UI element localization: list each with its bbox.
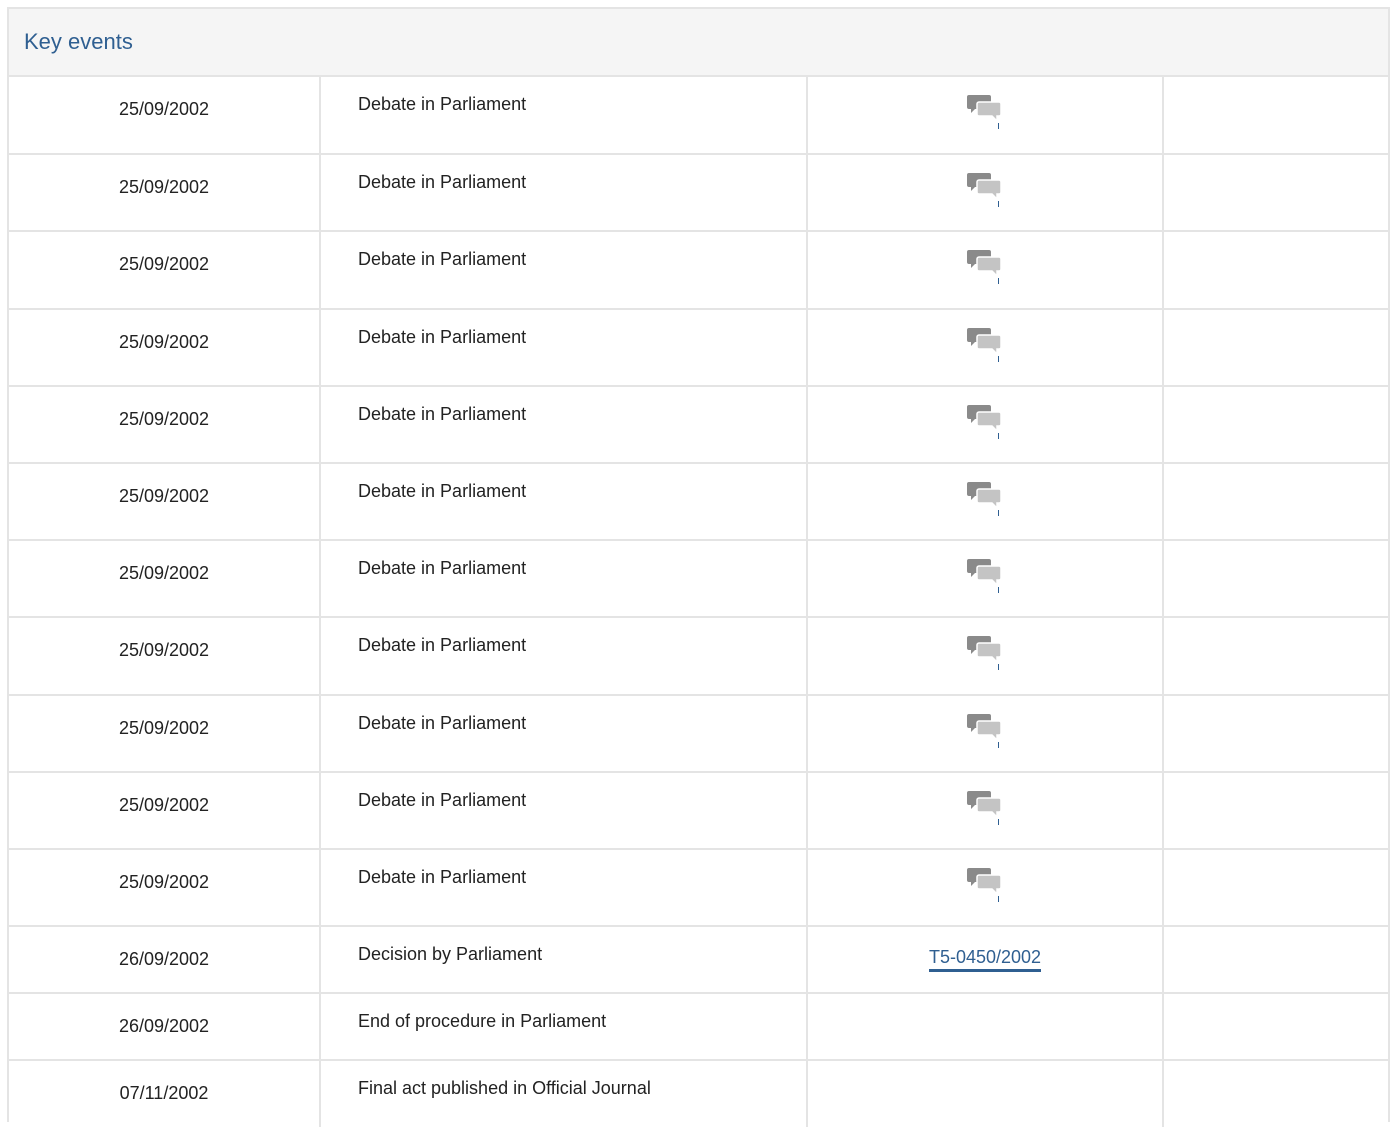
event-extra-cell	[1163, 77, 1388, 156]
event-name: Debate in Parliament	[320, 540, 808, 619]
table-row: 25/09/2002 Debate in Parliament	[9, 77, 1388, 156]
event-date: 25/09/2002	[9, 385, 321, 464]
table-row: 25/09/2002 Debate in Parliament	[9, 462, 1388, 542]
event-extra-cell	[1163, 308, 1388, 387]
event-extra-cell	[1163, 385, 1388, 464]
event-date: 25/09/2002	[9, 77, 321, 156]
event-extra-cell	[1163, 926, 1388, 995]
key-events-table: 25/09/2002 Debate in Parliament 25/09/2002…	[9, 77, 1388, 1127]
table-row: 25/09/2002 Debate in Parliament	[9, 771, 1388, 850]
event-name: Decision by Parliament	[320, 926, 808, 995]
event-reference	[807, 993, 1164, 1062]
event-date: 25/09/2002	[9, 154, 321, 233]
debate-icon[interactable]	[967, 634, 1003, 671]
debate-icon[interactable]	[967, 403, 1003, 439]
event-reference	[807, 1060, 1164, 1127]
event-reference	[807, 771, 1164, 850]
event-name: Debate in Parliament	[320, 385, 808, 464]
debate-icon[interactable]	[967, 789, 1003, 825]
event-reference	[807, 231, 1164, 310]
table-row: 26/09/2002 Decision by Parliament T5-0450/…	[9, 926, 1388, 995]
debate-icon[interactable]	[967, 866, 1003, 902]
event-extra-cell	[1163, 231, 1388, 310]
table-row: 25/09/2002 Debate in Parliament	[9, 617, 1388, 696]
event-name: Debate in Parliament	[320, 231, 808, 310]
panel-title: Key events	[24, 29, 133, 54]
debate-icon[interactable]	[967, 712, 1003, 748]
event-date: 26/09/2002	[9, 926, 321, 995]
table-row: 26/09/2002 End of procedure in Parliament	[9, 993, 1388, 1062]
event-name: End of procedure in Parliament	[320, 993, 808, 1062]
event-reference	[807, 77, 1164, 156]
event-name: Debate in Parliament	[320, 462, 808, 542]
debate-icon[interactable]	[967, 171, 1003, 208]
event-extra-cell	[1163, 771, 1388, 850]
key-events-table-body: 25/09/2002 Debate in Parliament 25/09/2002…	[9, 77, 1388, 1127]
document-link[interactable]: T5-0450/2002	[928, 947, 1042, 973]
key-events-panel: Key events 25/09/2002 Debate in Parliamen…	[7, 7, 1390, 1127]
event-extra-cell	[1163, 848, 1388, 928]
panel-header: Key events	[9, 9, 1388, 77]
event-name: Debate in Parliament	[320, 154, 808, 233]
table-row: 25/09/2002 Debate in Parliament	[9, 848, 1388, 928]
table-row: 25/09/2002 Debate in Parliament	[9, 154, 1388, 233]
table-row: 25/09/2002 Debate in Parliament	[9, 385, 1388, 464]
debate-icon[interactable]	[967, 326, 1003, 362]
event-name: Debate in Parliament	[320, 77, 808, 156]
event-extra-cell	[1163, 1060, 1388, 1127]
event-date: 25/09/2002	[9, 462, 321, 542]
event-date: 07/11/2002	[9, 1060, 321, 1127]
event-date: 25/09/2002	[9, 540, 321, 619]
event-extra-cell	[1163, 993, 1388, 1062]
event-extra-cell	[1163, 462, 1388, 542]
event-date: 25/09/2002	[9, 848, 321, 928]
event-date: 25/09/2002	[9, 231, 321, 310]
debate-icon[interactable]	[967, 93, 1003, 129]
debate-icon[interactable]	[967, 480, 1003, 516]
table-row: 25/09/2002 Debate in Parliament	[9, 694, 1388, 773]
event-reference	[807, 848, 1164, 928]
event-name: Debate in Parliament	[320, 308, 808, 387]
table-row: 25/09/2002 Debate in Parliament	[9, 540, 1388, 619]
event-reference	[807, 462, 1164, 542]
event-reference: T5-0450/2002	[807, 926, 1164, 995]
event-name: Debate in Parliament	[320, 771, 808, 850]
event-date: 25/09/2002	[9, 771, 321, 850]
event-reference	[807, 540, 1164, 619]
event-reference	[807, 617, 1164, 696]
debate-icon[interactable]	[967, 248, 1003, 285]
event-extra-cell	[1163, 154, 1388, 233]
event-name: Debate in Parliament	[320, 694, 808, 773]
event-name: Debate in Parliament	[320, 848, 808, 928]
event-reference	[807, 694, 1164, 773]
event-extra-cell	[1163, 540, 1388, 619]
table-row: 07/11/2002 Final act published in Officia…	[9, 1060, 1388, 1127]
event-date: 25/09/2002	[9, 694, 321, 773]
event-date: 26/09/2002	[9, 993, 321, 1062]
event-name: Debate in Parliament	[320, 617, 808, 696]
event-reference	[807, 308, 1164, 387]
table-row: 25/09/2002 Debate in Parliament	[9, 308, 1388, 387]
event-reference	[807, 385, 1164, 464]
event-name: Final act published in Official Journal	[320, 1060, 808, 1127]
event-date: 25/09/2002	[9, 617, 321, 696]
debate-icon[interactable]	[967, 557, 1003, 594]
event-extra-cell	[1163, 617, 1388, 696]
event-date: 25/09/2002	[9, 308, 321, 387]
table-row: 25/09/2002 Debate in Parliament	[9, 231, 1388, 310]
event-reference	[807, 154, 1164, 233]
event-extra-cell	[1163, 694, 1388, 773]
